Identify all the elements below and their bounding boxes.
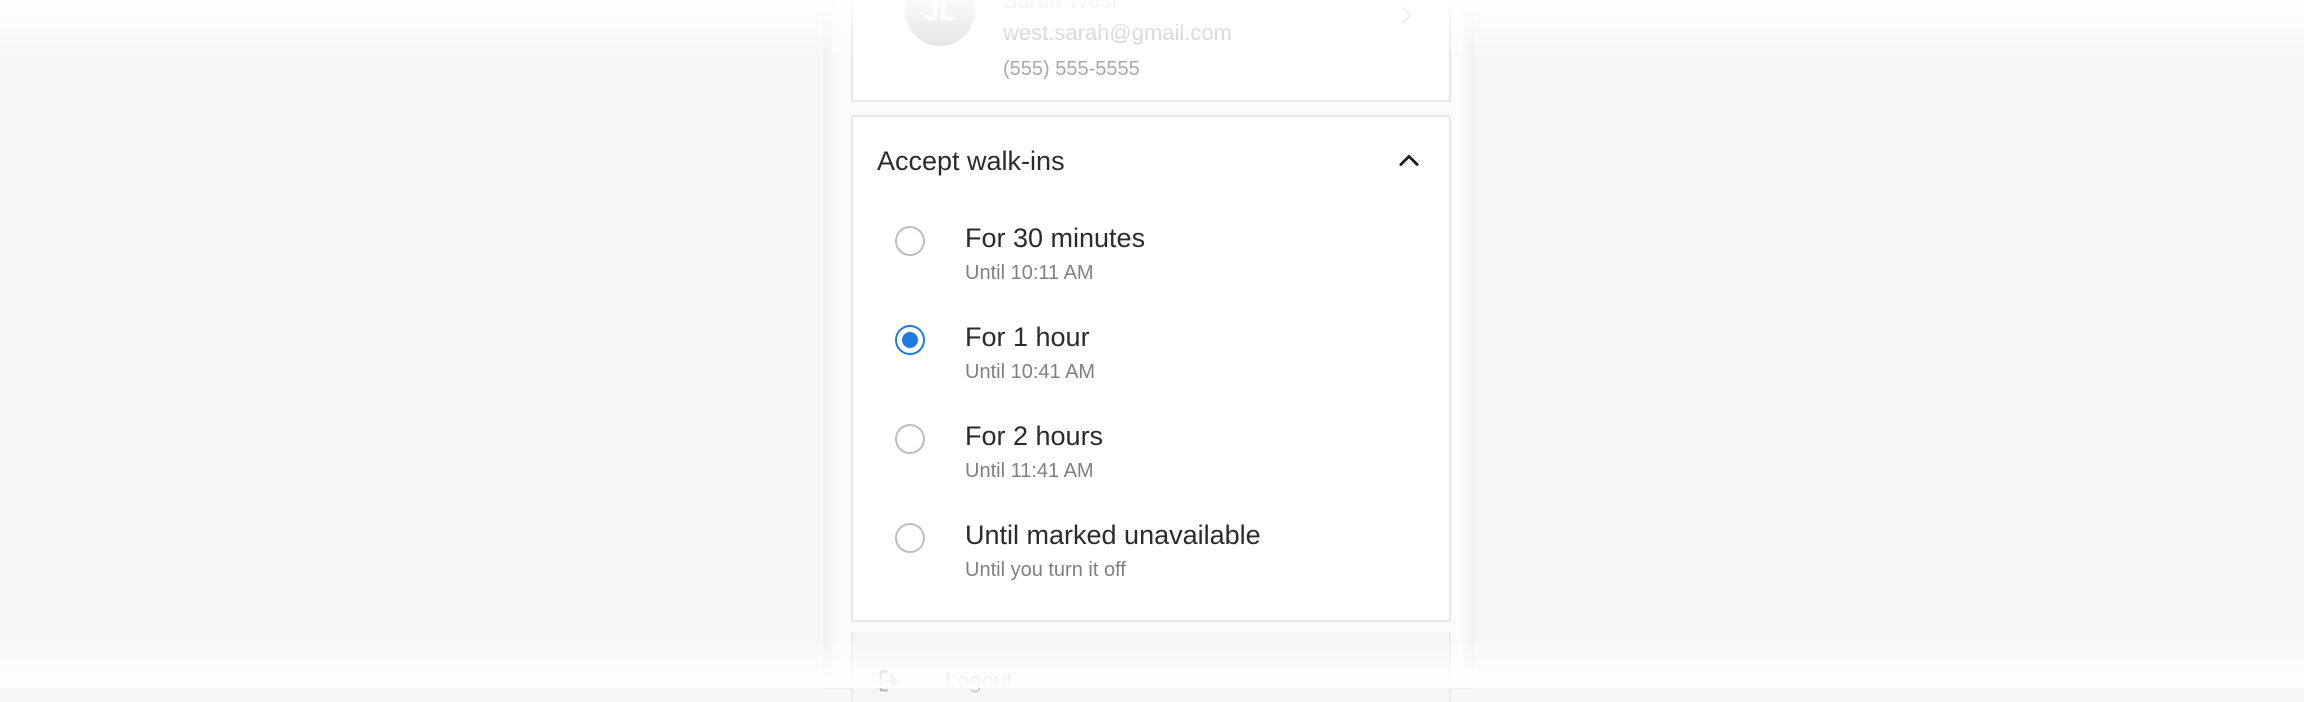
phone-screen: JL Sarah West west.sarah@gmail.com (555)… [824, 0, 1474, 702]
walk-ins-title: Accept walk-ins [877, 146, 1065, 176]
walk-in-option-1-hour[interactable]: For 1 hour Until 10:41 AM [895, 322, 1435, 412]
walk-ins-accordion: Accept walk-ins For 30 minutes Until 10:… [851, 115, 1451, 622]
profile-card[interactable]: JL Sarah West west.sarah@gmail.com (555)… [851, 0, 1451, 102]
radio-button[interactable] [895, 424, 925, 454]
option-sublabel: Until 10:11 AM [965, 262, 1094, 284]
walk-in-option-30-minutes[interactable]: For 30 minutes Until 10:11 AM [895, 223, 1435, 313]
profile-name: Sarah West [1003, 0, 1118, 13]
walk-ins-accordion-header[interactable]: Accept walk-ins [853, 117, 1449, 209]
logout-row[interactable]: Logout [851, 632, 1451, 702]
walk-in-option-2-hours[interactable]: For 2 hours Until 11:41 AM [895, 421, 1435, 511]
option-sublabel: Until 11:41 AM [965, 460, 1094, 482]
option-sublabel: Until 10:41 AM [965, 361, 1096, 383]
option-label: For 2 hours [965, 421, 1104, 451]
option-label: Until marked unavailable [965, 520, 1261, 550]
profile-phone: (555) 555-5555 [1003, 58, 1140, 80]
avatar: JL [905, 0, 975, 46]
option-sublabel: Until you turn it off [965, 559, 1126, 581]
radio-button-selected[interactable] [895, 325, 925, 355]
chevron-up-icon[interactable] [1395, 147, 1423, 175]
option-label: For 1 hour [965, 322, 1090, 352]
logout-label: Logout [945, 668, 1013, 693]
chevron-right-icon [1401, 6, 1412, 24]
radio-button[interactable] [895, 523, 925, 553]
logout-icon [879, 670, 898, 692]
profile-email: west.sarah@gmail.com [1003, 20, 1232, 45]
walk-in-option-until-unavailable[interactable]: Until marked unavailable Until you turn … [895, 520, 1435, 610]
radio-button[interactable] [895, 226, 925, 256]
option-label: For 30 minutes [965, 223, 1146, 253]
